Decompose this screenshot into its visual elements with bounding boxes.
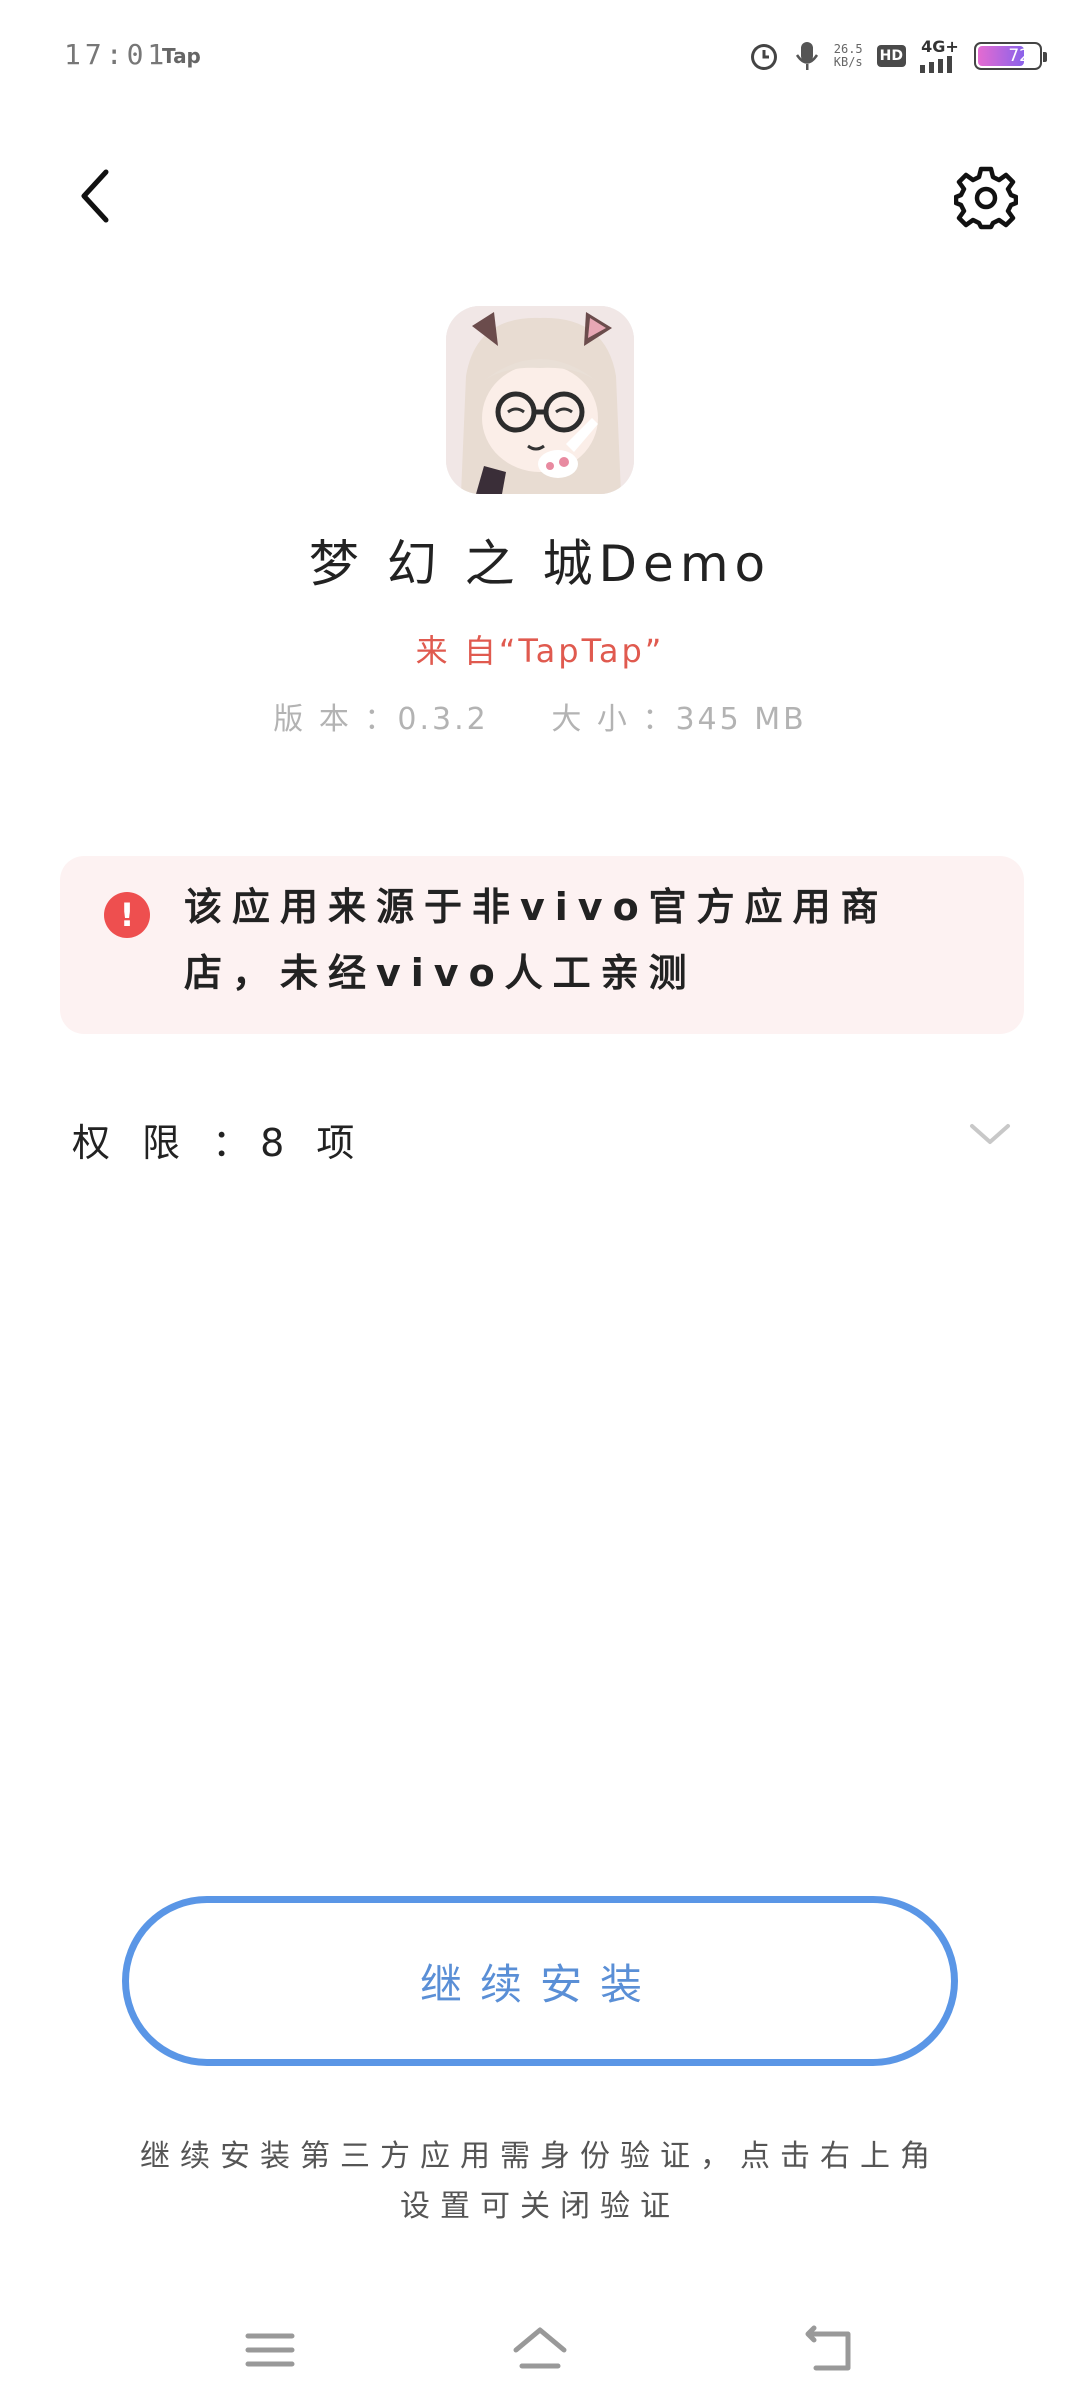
gear-icon (953, 166, 1019, 230)
status-icons: 26.5 KB/s HD 4G+ 72 (748, 36, 1047, 76)
warning-text: 该应用来源于非vivo官方应用商店，未经vivo人工亲测 (184, 885, 889, 995)
back-button[interactable] (72, 166, 122, 226)
system-navbar (0, 2300, 1080, 2400)
app-name: 梦 幻 之 城Demo (308, 535, 772, 593)
menu-icon (245, 2333, 295, 2367)
network-type: 4G+ (921, 37, 959, 56)
status-app-label: Tap (162, 44, 201, 68)
back-nav-button[interactable] (800, 2320, 860, 2380)
warning-box: ! 该应用来源于非vivo官方应用商店，未经vivo人工亲测 (60, 856, 1024, 1034)
menu-button[interactable] (240, 2320, 300, 2380)
verification-note: 继续安装第三方应用需身份验证，点击右上角设置可关闭验证 (140, 2139, 940, 2224)
chevron-down-icon (968, 1120, 1012, 1152)
settings-button[interactable] (953, 166, 1019, 230)
home-icon (513, 2327, 567, 2369)
battery-level: 72 (1008, 46, 1030, 66)
permissions-label: 权 限 ：8 项 (72, 1121, 365, 1165)
back-nav-icon (805, 2325, 851, 2371)
net-speed-unit: KB/s (833, 55, 863, 69)
app-source: 来 自“TapTap” (415, 632, 665, 670)
alarm-icon (748, 40, 780, 72)
signal-icon (920, 55, 960, 73)
status-bar: 17:01 Tap 26.5 KB/s HD 4G+ 72 (0, 0, 1080, 110)
continue-install-label: 继续安装 (419, 1959, 660, 2009)
signal-group: 4G+ (920, 39, 960, 73)
net-speed: 26.5 KB/s (834, 43, 863, 69)
chevron-left-icon (81, 169, 109, 223)
app-icon (446, 306, 634, 494)
home-button[interactable] (510, 2320, 570, 2380)
app-meta: 版 本 ：0.3.2 大 小 ：345 MB (273, 702, 807, 737)
permissions-row[interactable]: 权 限 ：8 项 (72, 1108, 1012, 1172)
exclamation-icon: ! (104, 892, 150, 938)
mic-icon (794, 40, 820, 72)
status-time: 17:01 (64, 38, 169, 71)
continue-install-button[interactable]: 继续安装 (122, 1896, 958, 2066)
battery-icon: 72 (974, 42, 1047, 70)
hd-badge: HD (876, 45, 906, 67)
